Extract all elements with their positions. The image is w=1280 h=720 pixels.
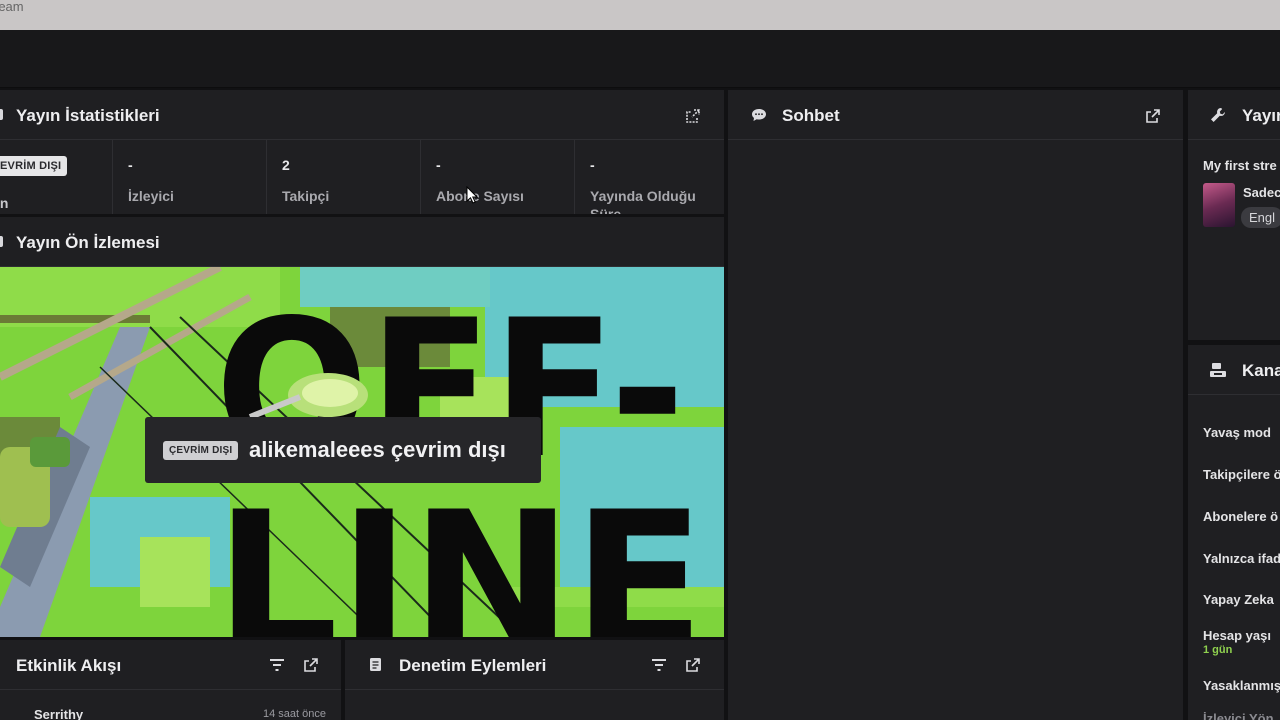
browser-tab-strip: ream (0, 0, 1280, 30)
language-tag[interactable]: Engl (1241, 207, 1280, 228)
wrench-icon (1211, 108, 1225, 122)
stat-value: - (436, 157, 441, 173)
preview-icon (0, 236, 3, 247)
moderation-actions-panel: Denetim Eylemleri (345, 640, 724, 720)
setting-subscribers-only[interactable]: Abonelere ö (1203, 509, 1278, 524)
popout-icon[interactable] (303, 657, 319, 673)
setting-account-age-value: 1 gün (1203, 644, 1233, 656)
stream-preview-title: Yayın Ön İzlemesi (16, 233, 160, 252)
status-label: ın (0, 195, 9, 211)
status-badge: EVRİM DIŞI (0, 156, 68, 176)
popout-icon[interactable] (685, 108, 701, 124)
stream-preview-header: Yayın Ön İzlemesi (0, 217, 724, 267)
offline-message: alikemaleees çevrim dışı (249, 437, 506, 462)
setting-slow-mode[interactable]: Yavaş mod (1203, 425, 1271, 440)
setting-account-age[interactable]: Hesap yaşı (1203, 628, 1271, 643)
offline-notice-card: ÇEVRİM DIŞI alikemaleees çevrim dışı (145, 417, 541, 483)
category-thumbnail[interactable] (1203, 183, 1235, 227)
category-name[interactable]: Sadec (1243, 185, 1280, 200)
chat-header: Sohbet (728, 90, 1183, 140)
stat-viewers: - İzleyici (112, 140, 266, 214)
moderation-actions-title: Denetim Eylemleri (399, 656, 547, 675)
channel-settings-icon (1210, 363, 1226, 377)
setting-banned-words[interactable]: Yasaklanmış (1203, 678, 1280, 693)
top-navigation-bar (0, 30, 1280, 88)
channel-settings-panel: Kana Yavaş mod Takipçilere ö Abonelere ö… (1188, 345, 1280, 720)
stream-info-title: Yayın (1242, 106, 1280, 125)
activity-feed-panel: Etkinlik Akışı Serrithy 14 saat önce (0, 640, 341, 720)
stat-value: 2 (282, 157, 290, 173)
moderation-log-icon (370, 658, 381, 671)
moderation-actions-header: Denetim Eylemleri (345, 640, 724, 690)
filter-icon[interactable] (270, 659, 284, 671)
popout-icon[interactable] (685, 657, 701, 673)
stat-label: Abone Sayısı (436, 188, 524, 204)
activity-time: 14 saat önce (263, 708, 326, 720)
stat-label: Yayında Olduğu Süre (590, 188, 696, 214)
setting-viewer-management[interactable]: İzleyici Yön (1203, 711, 1274, 720)
stream-title-text[interactable]: My first stre (1203, 158, 1277, 173)
chat-icon (752, 109, 766, 121)
setting-followers-only[interactable]: Takipçilere ö (1203, 467, 1280, 482)
activity-feed-header: Etkinlik Akışı (0, 640, 341, 690)
stats-icon (0, 109, 3, 120)
popout-icon[interactable] (1145, 108, 1161, 124)
channel-settings-header: Kana (1188, 345, 1280, 395)
stat-label: Takipçi (282, 188, 330, 204)
offline-badge: ÇEVRİM DIŞI (163, 441, 239, 460)
stat-subscribers: - Abone Sayısı (420, 140, 574, 214)
stat-label: İzleyici (128, 188, 174, 204)
mouse-cursor-icon (466, 186, 478, 204)
stream-stats-panel: Yayın İstatistikleri EVRİM DIŞI ın - İzl… (0, 90, 724, 214)
stat-uptime: - Yayında Olduğu Süre (574, 140, 724, 214)
browser-tab-title[interactable]: ream (0, 0, 24, 14)
activity-user: Serrithy (34, 707, 84, 720)
stat-value: - (128, 157, 133, 173)
setting-emotes-only[interactable]: Yalnızca ifad (1203, 551, 1280, 566)
activity-feed-title: Etkinlik Akışı (16, 656, 122, 675)
chat-title: Sohbet (782, 106, 840, 125)
stat-followers: 2 Takipçi (266, 140, 420, 214)
stat-value: - (590, 157, 595, 173)
stream-info-header: Yayın (1188, 90, 1280, 140)
activity-item[interactable]: Serrithy 14 saat önce (0, 700, 341, 720)
stream-stats-title: Yayın İstatistikleri (16, 106, 160, 125)
offline-word-bottom: LINE (215, 471, 705, 637)
chat-panel: Sohbet (728, 90, 1183, 720)
stream-status-cell: EVRİM DIŞI ın (0, 140, 112, 214)
stream-preview-panel: Yayın Ön İzlemesi OFF- LINE ÇEVRİM DIŞI (0, 217, 724, 637)
setting-ai-moderation[interactable]: Yapay Zeka (1203, 592, 1274, 607)
stream-info-panel: Yayın My first stre Sadec Engl (1188, 90, 1280, 340)
filter-icon[interactable] (652, 659, 666, 671)
channel-settings-title: Kana (1242, 361, 1280, 380)
stream-stats-header: Yayın İstatistikleri (0, 90, 724, 140)
